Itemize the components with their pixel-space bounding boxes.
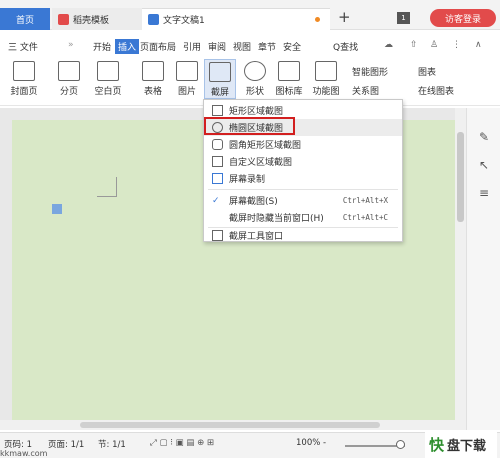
picture-label: 图片	[177, 87, 196, 97]
svg-text:快: 快	[429, 436, 445, 454]
custom-screenshot-icon	[212, 156, 223, 167]
menu-layout[interactable]: 页面布局	[140, 40, 176, 53]
tab-template-label: 稻壳模板	[73, 15, 110, 26]
functions-button[interactable]: 功能图	[308, 61, 344, 97]
menu-file[interactable]: 三 文件	[8, 40, 38, 53]
visitor-login-button[interactable]: 访客登录	[430, 9, 496, 27]
cloud-icon[interactable]: ☁	[384, 40, 393, 50]
section-break-label: 分页	[59, 87, 78, 97]
vertical-scroll-thumb[interactable]	[457, 132, 464, 222]
menu-security[interactable]: 安全	[283, 40, 301, 53]
share-icon[interactable]: ⇧	[410, 40, 418, 50]
menu-divider	[208, 189, 398, 190]
relation-button[interactable]: 关系图	[352, 84, 379, 97]
vertical-scrollbar[interactable]	[455, 108, 466, 430]
menu-search[interactable]: Q查找	[333, 40, 358, 53]
horizontal-scrollbar[interactable]	[0, 420, 466, 430]
menu-start[interactable]: 开始	[93, 40, 111, 53]
view-mode-icons[interactable]: ⤢ ▢ ⁝ ▣ ▤ ⊕ ⊞	[150, 438, 214, 448]
menu-view[interactable]: 视图	[233, 40, 251, 53]
menu-item-rounded-screenshot[interactable]: 圆角矩形区域截图	[204, 136, 402, 153]
shape-label: 形状	[245, 87, 264, 97]
zoom-slider-handle[interactable]	[396, 440, 405, 449]
horizontal-scroll-thumb[interactable]	[80, 422, 380, 428]
cover-page-label: 封面页	[10, 87, 38, 97]
table-label: 表格	[143, 87, 162, 97]
margin-mark	[97, 177, 117, 197]
blank-page-icon	[97, 61, 119, 81]
menu-insert[interactable]: 插入	[115, 39, 140, 54]
shape-icon	[244, 61, 266, 81]
picture-icon	[176, 61, 198, 81]
icon-library-label: 图标库	[275, 87, 303, 97]
table-icon	[142, 61, 164, 81]
side-panel: ✎ ↖ ≡	[466, 108, 500, 430]
screenshot-button[interactable]: 截屏	[204, 59, 236, 99]
menu-item-custom-screenshot[interactable]: 自定义区域截图	[204, 153, 402, 170]
menu-reference[interactable]: 引用	[183, 40, 201, 53]
profile-icon[interactable]: ♙	[430, 40, 438, 50]
menu-expand-icon[interactable]: »	[68, 40, 74, 50]
menu-row: 三 文件 » 开始 插入 页面布局 引用 审阅 视图 章节 安全 Q查找 ☁ ⇧…	[0, 36, 500, 56]
tab-template[interactable]: 稻壳模板	[52, 8, 142, 30]
functions-label: 功能图	[312, 87, 340, 97]
section-break-button[interactable]: 分页	[54, 61, 84, 97]
picture-button[interactable]: 图片	[172, 61, 202, 97]
icon-library-icon	[278, 61, 300, 81]
shape-button[interactable]: 形状	[240, 61, 270, 97]
check-icon: ✓	[212, 195, 220, 206]
blank-page-label: 空白页	[94, 87, 122, 97]
scissors-icon	[209, 62, 231, 82]
icon-library-button[interactable]: 图标库	[272, 61, 306, 97]
document-icon	[148, 14, 159, 25]
window-switch-icon[interactable]: 1	[397, 12, 410, 24]
unsaved-dot-icon	[315, 17, 320, 22]
template-icon	[58, 13, 69, 25]
functions-icon	[315, 61, 337, 81]
tab-home[interactable]: 首页	[0, 8, 50, 30]
menu-review[interactable]: 审阅	[208, 40, 226, 53]
screenshot-tool-icon	[212, 230, 223, 241]
paragraph-icon	[52, 204, 62, 214]
cover-page-button[interactable]: 封面页	[6, 61, 42, 97]
status-page-total: 页面: 1/1	[48, 440, 85, 450]
zoom-level[interactable]: 100% -	[296, 438, 326, 448]
tab-document-label: 文字文稿1	[163, 16, 205, 26]
tab-document[interactable]: 文字文稿1	[142, 8, 330, 30]
rect-screenshot-icon	[212, 105, 223, 116]
menu-item-hide-window[interactable]: 截屏时隐藏当前窗口(H) Ctrl+Alt+C	[204, 209, 402, 226]
site-logo: 快 盘下载	[425, 431, 497, 458]
cursor-icon[interactable]: ↖	[477, 158, 491, 172]
screenshot-label: 截屏	[210, 88, 229, 98]
status-section: 节: 1/1	[98, 440, 126, 450]
svg-text:盘下载: 盘下载	[447, 438, 486, 454]
smart-graphic-button[interactable]: 智能图形	[352, 65, 388, 78]
menu-item-screen-record[interactable]: 屏幕录制	[204, 170, 402, 187]
online-chart-button[interactable]: 在线图表	[418, 84, 454, 97]
settings-icon[interactable]: ≡	[477, 186, 491, 200]
blank-page-button[interactable]: 空白页	[90, 61, 126, 97]
watermark-text: kkmaw.com	[0, 449, 48, 458]
section-break-icon	[58, 61, 80, 81]
tab-bar: 首页 稻壳模板 文字文稿1 + 1 访客登录	[0, 0, 500, 30]
table-button[interactable]: 表格	[138, 61, 168, 97]
record-icon	[212, 173, 223, 184]
menu-item-screen-capture[interactable]: ✓ 屏幕截图(S) Ctrl+Alt+X	[204, 192, 402, 209]
new-tab-button[interactable]: +	[338, 8, 351, 26]
rounded-rect-screenshot-icon	[212, 139, 223, 150]
cover-page-icon	[13, 61, 35, 81]
collapse-icon[interactable]: ∧	[475, 40, 482, 50]
chart-button[interactable]: 图表	[418, 65, 436, 78]
pen-icon[interactable]: ✎	[477, 130, 491, 144]
menu-item-screenshot-tool[interactable]: 截屏工具窗口	[204, 227, 402, 244]
highlight-box	[204, 117, 295, 135]
menu-chapter[interactable]: 章节	[258, 40, 276, 53]
more-icon[interactable]: ⋮	[452, 40, 461, 50]
